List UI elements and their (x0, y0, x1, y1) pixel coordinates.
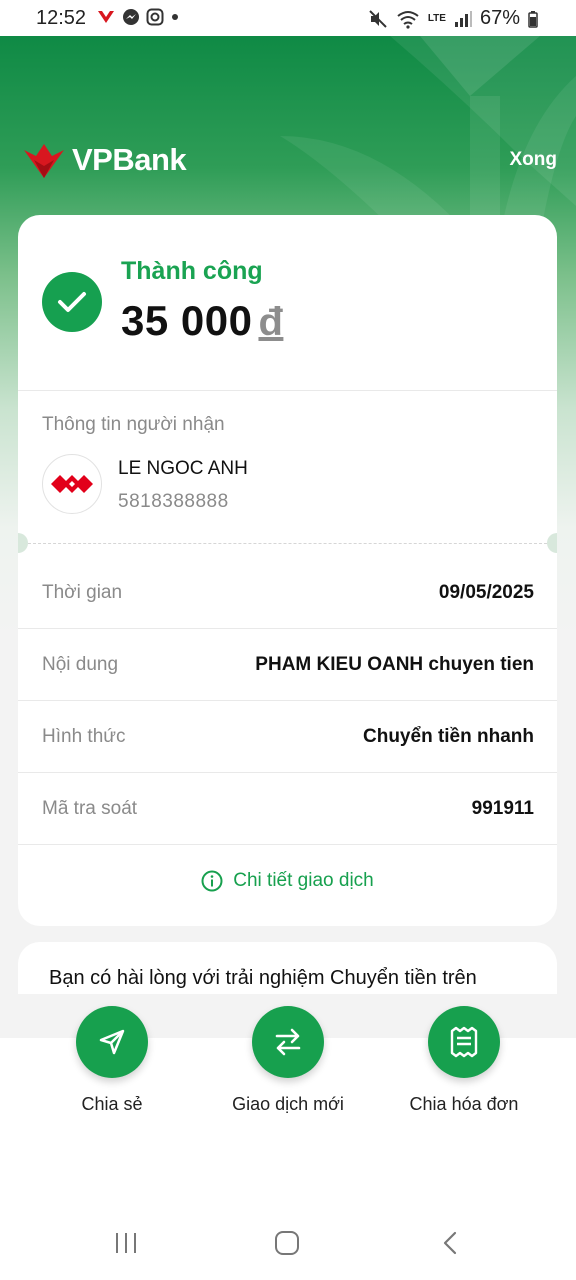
satisfaction-survey-card[interactable]: Bạn có hài lòng với trải nghiệm Chuyển t… (18, 942, 557, 994)
home-icon[interactable] (274, 1230, 300, 1256)
detail-value: Chuyển tiền nhanh (363, 726, 534, 747)
detail-value: 991911 (471, 798, 534, 819)
detail-row-time: Thời gian 09/05/2025 (18, 557, 557, 629)
vpbank-notification-icon (98, 11, 114, 23)
split-bill-button[interactable] (428, 1006, 500, 1078)
share-label: Chia sẻ (81, 1094, 143, 1114)
split-bill-action[interactable]: Chia hóa đơn (379, 1006, 549, 1115)
dot-icon (172, 14, 178, 20)
send-icon (99, 1029, 125, 1055)
detail-value: PHAM KIEU OANH chuyen tien (255, 654, 534, 675)
instagram-icon (146, 8, 164, 26)
vpbank-logo: VPBank (20, 140, 187, 180)
receipt-icon (450, 1026, 478, 1058)
amount-value: 35 000 (121, 297, 253, 344)
success-check-icon (42, 272, 102, 332)
bottom-action-bar: Chia sẻ Giao dịch mới Chia hóa đơn (0, 1006, 576, 1280)
battery-percent: 67% (479, 7, 520, 29)
detail-label: Thời gian (42, 582, 123, 603)
status-bar: 12:52 LTE 67% (0, 0, 576, 36)
new-transaction-label: Giao dịch mới (232, 1094, 344, 1114)
share-action[interactable]: Chia sẻ (27, 1006, 197, 1115)
status-title: Thành công (121, 257, 263, 285)
swap-icon (275, 1028, 301, 1056)
recipient-name: LE NGOC ANH (118, 458, 248, 479)
done-button[interactable]: Xong (510, 149, 558, 171)
detail-row-trace: Mã tra soát 991911 (18, 773, 557, 845)
wifi-icon (397, 10, 419, 29)
detail-label: Nội dung (42, 654, 119, 675)
new-transaction-action[interactable]: Giao dịch mới (203, 1006, 373, 1115)
detail-row-method: Hình thức Chuyển tiền nhanh (18, 701, 557, 773)
notification-icons (96, 8, 180, 26)
signal-icon (454, 10, 472, 27)
new-transaction-button[interactable] (252, 1006, 324, 1078)
detail-link-label: Chi tiết giao dịch (233, 870, 374, 891)
recent-apps-icon[interactable] (113, 1230, 139, 1256)
detail-label: Mã tra soát (42, 798, 138, 819)
currency-symbol: đ (258, 300, 284, 344)
recipient-account: 5818388888 (118, 491, 229, 512)
battery-icon (528, 10, 538, 28)
detail-value: 09/05/2025 (438, 582, 534, 603)
split-bill-label: Chia hóa đơn (409, 1094, 519, 1114)
system-navigation-bar (0, 1196, 576, 1280)
info-icon (201, 870, 223, 892)
ticket-notch-left (18, 533, 28, 553)
logo-text: VPBank (72, 142, 187, 177)
divider (18, 844, 557, 845)
bank-avatar (42, 454, 102, 514)
ticket-notch-right (547, 533, 557, 553)
divider (18, 390, 557, 391)
dashed-separator (28, 543, 547, 544)
share-button[interactable] (76, 1006, 148, 1078)
recipient-section-label: Thông tin người nhận (42, 414, 225, 435)
detail-row-content: Nội dung PHAM KIEU OANH chuyen tien (18, 629, 557, 701)
mute-icon (369, 9, 387, 28)
vpbank-logo-icon (24, 144, 64, 178)
transaction-card: Thành công 35 000 đ Thông tin người nhận … (18, 215, 557, 926)
survey-question: Bạn có hài lòng với trải nghiệm Chuyển t… (49, 967, 477, 989)
amount: 35 000 đ (121, 297, 283, 345)
detail-label: Hình thức (42, 726, 126, 747)
back-icon[interactable] (438, 1230, 464, 1256)
transaction-detail-link[interactable]: Chi tiết giao dịch (18, 870, 557, 892)
status-time: 12:52 (36, 7, 87, 29)
messenger-icon (123, 9, 139, 25)
network-type: LTE (427, 12, 446, 24)
